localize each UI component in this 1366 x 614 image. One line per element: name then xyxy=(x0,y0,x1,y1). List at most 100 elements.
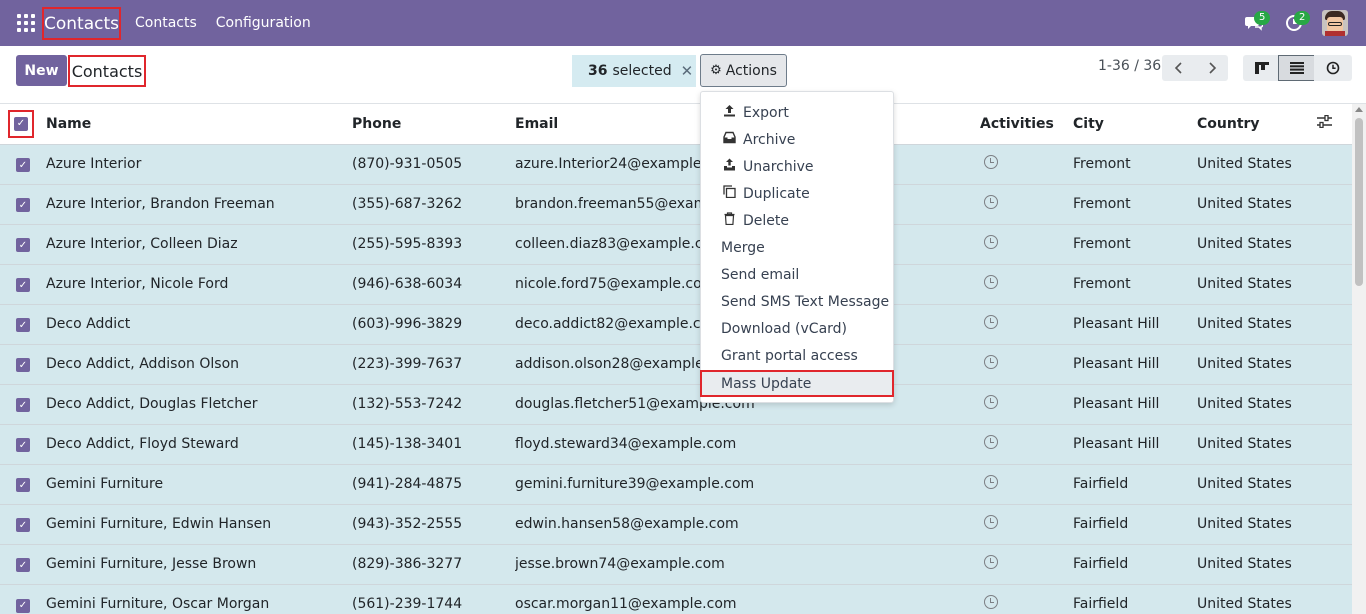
row-checkbox[interactable]: ✓ xyxy=(16,238,30,253)
actions-button[interactable]: ⚙ Actions xyxy=(700,54,787,87)
table-row[interactable]: ✓ Deco Addict, Addison Olson (223)-399-763… xyxy=(0,344,1352,384)
menu-item-mass-update[interactable]: Mass Update xyxy=(700,370,894,397)
contacts-table: ✓ Name Phone Email on Activities City Co… xyxy=(0,104,1352,614)
menu-item-label: Unarchive xyxy=(743,158,814,175)
activities-button[interactable]: 2 xyxy=(1274,0,1314,46)
menu-item-unarchive[interactable]: Unarchive xyxy=(701,153,893,180)
view-list-button[interactable] xyxy=(1278,55,1316,81)
row-checkbox[interactable]: ✓ xyxy=(16,318,30,333)
row-checkbox[interactable]: ✓ xyxy=(16,158,30,173)
menu-contacts[interactable]: Contacts xyxy=(135,15,197,31)
menu-item-send-email[interactable]: Send email xyxy=(701,261,893,288)
activity-clock-icon[interactable] xyxy=(984,595,998,610)
row-city: Fremont xyxy=(1073,156,1131,172)
row-city: Fairfield xyxy=(1073,556,1129,572)
table-row[interactable]: ✓ Gemini Furniture, Jesse Brown (829)-386-… xyxy=(0,544,1352,584)
activity-clock-icon[interactable] xyxy=(984,275,998,289)
messages-badge: 5 xyxy=(1254,11,1271,25)
view-activity-button[interactable] xyxy=(1314,55,1352,81)
column-activities[interactable]: Activities xyxy=(980,104,1073,144)
menu-item-delete[interactable]: Delete xyxy=(701,207,893,234)
messages-button[interactable]: 5 xyxy=(1234,0,1274,46)
pager-value[interactable]: 1-36 / 36 xyxy=(1098,58,1161,74)
activity-clock-icon[interactable] xyxy=(984,355,998,369)
user-avatar[interactable] xyxy=(1322,10,1348,36)
activity-clock-icon[interactable] xyxy=(984,195,998,209)
column-settings-icon[interactable] xyxy=(1317,115,1332,132)
menu-configuration[interactable]: Configuration xyxy=(216,15,311,31)
new-button[interactable]: New xyxy=(16,55,67,86)
table-row[interactable]: ✓ Gemini Furniture, Edwin Hansen (943)-352… xyxy=(0,504,1352,544)
table-row[interactable]: ✓ Azure Interior (870)-931-0505 azure.Inter… xyxy=(0,144,1352,184)
row-name[interactable]: Gemini Furniture, Oscar Morgan xyxy=(46,584,352,614)
table-row[interactable]: ✓ Azure Interior, Nicole Ford (946)-638-60… xyxy=(0,264,1352,304)
row-checkbox[interactable]: ✓ xyxy=(16,278,30,293)
column-name[interactable]: Name xyxy=(46,104,352,144)
menu-item-merge[interactable]: Merge xyxy=(701,234,893,261)
clear-selection-icon[interactable]: ✕ xyxy=(681,62,694,80)
menu-item-send-sms-text-message[interactable]: Send SMS Text Message xyxy=(701,288,893,315)
activity-clock-icon[interactable] xyxy=(984,475,998,489)
control-panel: New Contacts 36 selected ✕ ⚙ Actions 1-3… xyxy=(0,46,1366,104)
row-name[interactable]: Gemini Furniture, Edwin Hansen xyxy=(46,504,352,544)
view-kanban-button[interactable] xyxy=(1243,55,1281,81)
table-row[interactable]: ✓ Deco Addict, Floyd Steward (145)-138-340… xyxy=(0,424,1352,464)
menu-item-grant-portal-access[interactable]: Grant portal access xyxy=(701,342,893,369)
row-checkbox[interactable]: ✓ xyxy=(16,398,30,413)
table-row[interactable]: ✓ Azure Interior, Brandon Freeman (355)-68… xyxy=(0,184,1352,224)
row-country: United States xyxy=(1197,276,1292,292)
app-brand[interactable]: Contacts xyxy=(42,7,121,40)
activity-clock-icon[interactable] xyxy=(984,435,998,449)
table-row[interactable]: ✓ Azure Interior, Colleen Diaz (255)-595-8… xyxy=(0,224,1352,264)
row-name[interactable]: Azure Interior, Nicole Ford xyxy=(46,264,352,304)
row-city: Fremont xyxy=(1073,276,1131,292)
menu-item-export[interactable]: Export xyxy=(701,99,893,126)
column-phone[interactable]: Phone xyxy=(352,104,515,144)
row-checkbox[interactable]: ✓ xyxy=(16,598,30,613)
row-country: United States xyxy=(1197,156,1292,172)
activity-clock-icon[interactable] xyxy=(984,155,998,169)
pager-next-button[interactable] xyxy=(1195,55,1228,81)
column-country[interactable]: Country xyxy=(1197,104,1317,144)
menu-item-duplicate[interactable]: Duplicate xyxy=(701,180,893,207)
row-name[interactable]: Gemini Furniture xyxy=(46,464,352,504)
selection-indicator: 36 selected ✕ xyxy=(572,55,696,87)
scrollbar-thumb[interactable] xyxy=(1355,118,1363,286)
table-row[interactable]: ✓ Gemini Furniture, Oscar Morgan (561)-239… xyxy=(0,584,1352,614)
row-phone: (870)-931-0505 xyxy=(352,156,463,172)
row-name[interactable]: Deco Addict, Addison Olson xyxy=(46,344,352,384)
row-checkbox[interactable]: ✓ xyxy=(16,478,30,493)
row-name[interactable]: Deco Addict, Floyd Steward xyxy=(46,424,352,464)
row-checkbox[interactable]: ✓ xyxy=(16,558,30,573)
row-name[interactable]: Azure Interior, Brandon Freeman xyxy=(46,184,352,224)
row-checkbox[interactable]: ✓ xyxy=(16,438,30,453)
table-row[interactable]: ✓ Deco Addict (603)-996-3829 deco.addict82@… xyxy=(0,304,1352,344)
vertical-scrollbar[interactable] xyxy=(1352,104,1366,614)
row-city: Fremont xyxy=(1073,236,1131,252)
row-checkbox[interactable]: ✓ xyxy=(16,358,30,373)
activity-clock-icon[interactable] xyxy=(984,515,998,529)
activity-clock-icon[interactable] xyxy=(984,315,998,329)
table-row[interactable]: ✓ Deco Addict, Douglas Fletcher (132)-553-… xyxy=(0,384,1352,424)
row-city: Fairfield xyxy=(1073,516,1129,532)
row-checkbox[interactable]: ✓ xyxy=(16,518,30,533)
row-phone: (132)-553-7242 xyxy=(352,396,463,412)
column-city[interactable]: City xyxy=(1073,104,1197,144)
row-name[interactable]: Deco Addict xyxy=(46,304,352,344)
row-name[interactable]: Gemini Furniture, Jesse Brown xyxy=(46,544,352,584)
menu-item-label: Mass Update xyxy=(721,375,812,392)
activity-clock-icon[interactable] xyxy=(984,555,998,569)
apps-menu-icon[interactable] xyxy=(17,14,35,32)
row-checkbox[interactable]: ✓ xyxy=(16,198,30,213)
pager-previous-button[interactable] xyxy=(1162,55,1195,81)
row-name[interactable]: Azure Interior xyxy=(46,144,352,184)
menu-item-download-vcard[interactable]: Download (vCard) xyxy=(701,315,893,342)
row-name[interactable]: Deco Addict, Douglas Fletcher xyxy=(46,384,352,424)
activity-clock-icon[interactable] xyxy=(984,395,998,409)
activity-clock-icon[interactable] xyxy=(984,235,998,249)
select-all-checkbox[interactable]: ✓ xyxy=(8,109,34,138)
menu-item-archive[interactable]: Archive xyxy=(701,126,893,153)
row-name[interactable]: Azure Interior, Colleen Diaz xyxy=(46,224,352,264)
selected-count: 36 xyxy=(588,63,608,79)
table-row[interactable]: ✓ Gemini Furniture (941)-284-4875 gemini.fu… xyxy=(0,464,1352,504)
